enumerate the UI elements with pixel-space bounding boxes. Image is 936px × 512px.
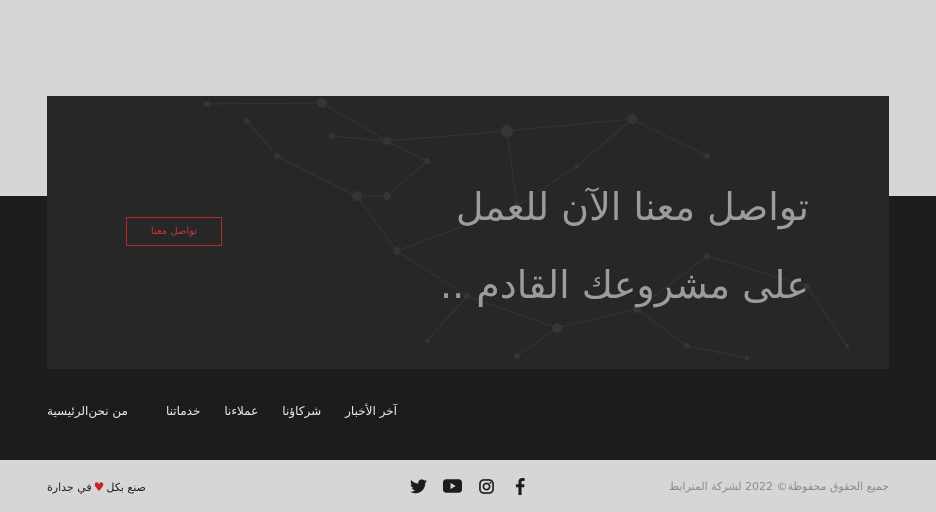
copyright-text: جميع الحقوق محفوظة© 2022 لشركة المترابط (668, 480, 889, 493)
cta-heading: تواصل معنا الآن للعمل على مشروعك القادم … (440, 168, 809, 324)
social-links (408, 476, 530, 496)
youtube-icon[interactable] (442, 476, 462, 496)
instagram-icon[interactable] (476, 476, 496, 496)
nav-item-about[interactable]: من نحن (88, 404, 128, 418)
nav-item-services[interactable]: خدماتنا (166, 404, 200, 418)
made-by-suffix: في جدارة (47, 480, 92, 494)
cta-heading-line-2: على مشروعك القادم .. (440, 263, 809, 307)
made-by-prefix: صنع بكل (106, 480, 146, 494)
footer-nav: الرئيسية من نحن خدماتنا عملاءنا شركاؤنا … (47, 401, 427, 421)
nav-item-news[interactable]: آخر الأخبار (345, 404, 397, 418)
footer-bar: جميع الحقوق محفوظة© 2022 لشركة المترابط … (0, 460, 936, 512)
contact-cta-card: تواصل معنا الآن للعمل على مشروعك القادم … (47, 96, 889, 369)
nav-item-partners[interactable]: شركاؤنا (282, 404, 321, 418)
heart-icon: ♥ (93, 480, 105, 494)
twitter-icon[interactable] (408, 476, 428, 496)
contact-us-button[interactable]: تواصل معنا (126, 217, 222, 246)
cta-heading-line-1: تواصل معنا الآن للعمل (455, 185, 809, 229)
nav-item-home[interactable]: الرئيسية (47, 404, 88, 418)
nav-item-clients[interactable]: عملاءنا (224, 404, 258, 418)
made-with-love-credit: صنع بكل ♥ في جدارة (47, 480, 146, 494)
facebook-icon[interactable] (510, 476, 530, 496)
